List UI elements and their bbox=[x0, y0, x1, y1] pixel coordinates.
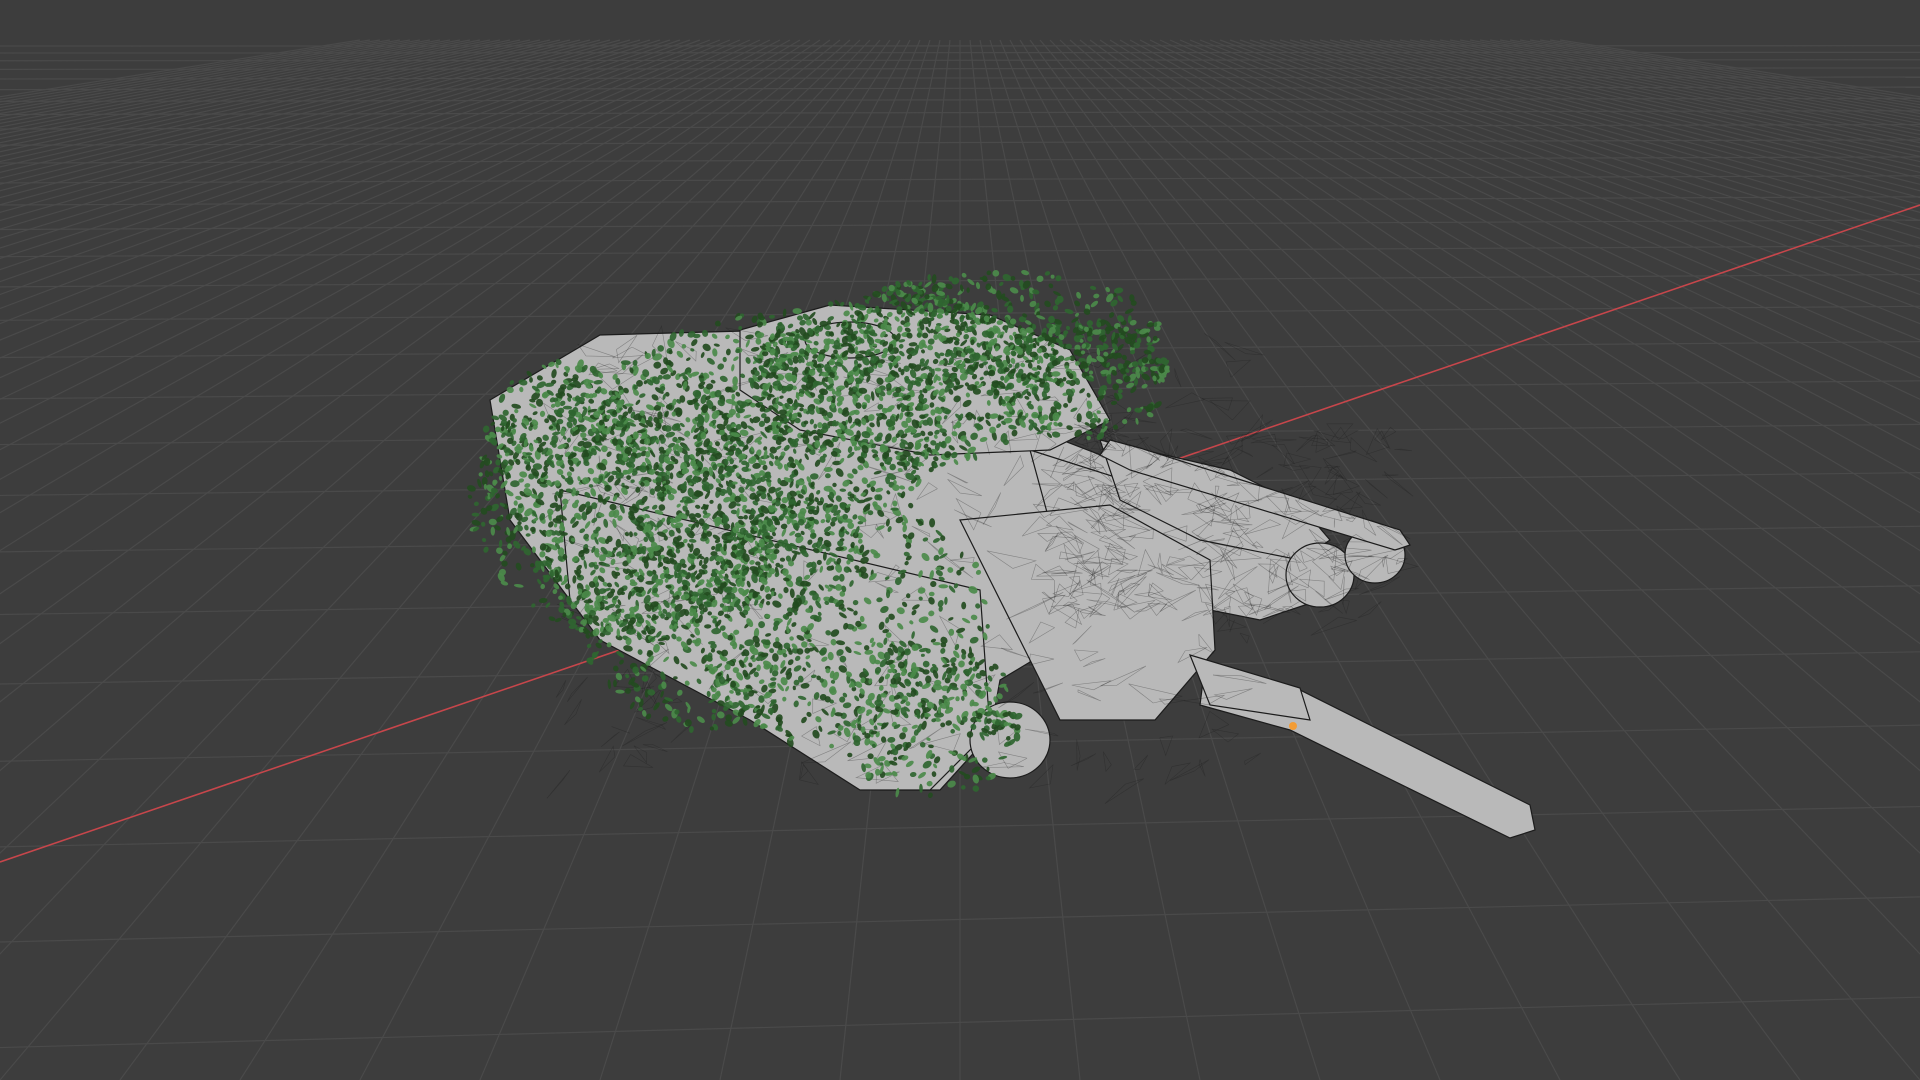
foliage-leaf bbox=[890, 507, 899, 511]
foliage-leaf bbox=[829, 743, 834, 749]
foliage-leaf bbox=[549, 569, 554, 579]
foliage-leaf bbox=[562, 612, 567, 618]
foliage-leaf bbox=[847, 415, 853, 424]
foliage-leaf bbox=[701, 564, 708, 570]
foliage-leaf bbox=[613, 679, 617, 688]
foliage-leaf bbox=[1092, 329, 1102, 335]
3d-viewport[interactable] bbox=[0, 0, 1920, 1080]
viewport-canvas[interactable] bbox=[0, 0, 1920, 1080]
foliage-leaf bbox=[624, 688, 632, 694]
foliage-leaf bbox=[614, 571, 621, 577]
foliage-leaf bbox=[1007, 305, 1014, 313]
foliage-leaf bbox=[674, 569, 678, 579]
foliage-leaf bbox=[1006, 382, 1015, 390]
foliage-leaf bbox=[562, 405, 573, 410]
foliage-leaf bbox=[933, 333, 939, 340]
foliage-leaf bbox=[636, 516, 644, 523]
foliage-leaf bbox=[988, 317, 997, 324]
foliage-leaf bbox=[711, 687, 717, 693]
foliage-leaf bbox=[723, 706, 728, 712]
foliage-leaf bbox=[932, 642, 941, 646]
foliage-leaf bbox=[709, 456, 715, 462]
